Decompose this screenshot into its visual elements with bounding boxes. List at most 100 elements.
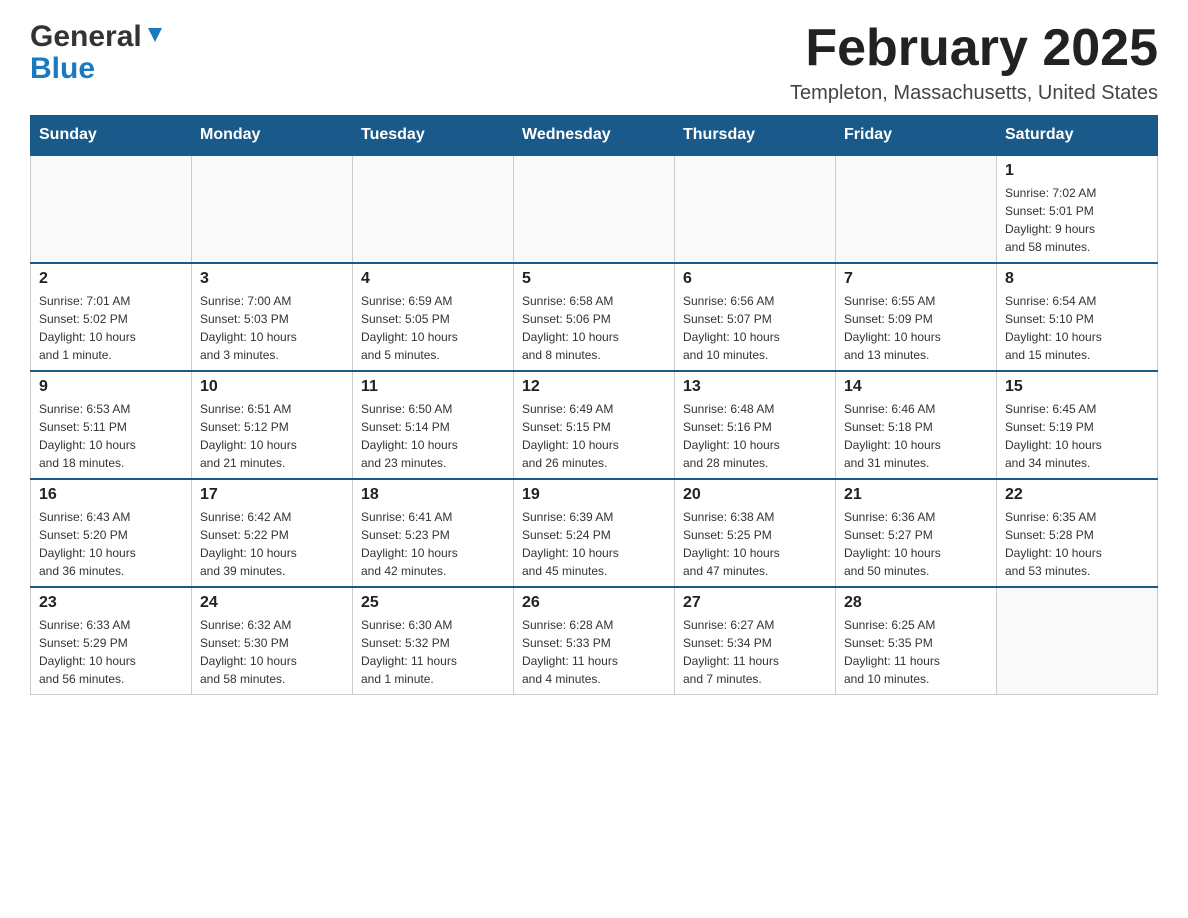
header-saturday: Saturday	[997, 116, 1158, 156]
day-info: Sunrise: 6:36 AM Sunset: 5:27 PM Dayligh…	[844, 508, 988, 580]
calendar-day-cell	[675, 155, 836, 263]
calendar-day-cell: 5 Sunrise: 6:58 AM Sunset: 5:06 PM Daylig…	[514, 263, 675, 371]
day-info: Sunrise: 6:28 AM Sunset: 5:33 PM Dayligh…	[522, 616, 666, 688]
day-info: Sunrise: 6:55 AM Sunset: 5:09 PM Dayligh…	[844, 292, 988, 364]
calendar-day-cell: 18 Sunrise: 6:41 AM Sunset: 5:23 PM Dayli…	[353, 479, 514, 587]
calendar-day-cell	[514, 155, 675, 263]
calendar-day-cell: 13Sunrise: 6:48 AM Sunset: 5:16 PM Dayli…	[675, 371, 836, 479]
day-info: Sunrise: 6:39 AM Sunset: 5:24 PM Dayligh…	[522, 508, 666, 580]
header-friday: Friday	[836, 116, 997, 156]
calendar-day-cell: 24 Sunrise: 6:32 AM Sunset: 5:30 PM Dayli…	[192, 587, 353, 695]
location-subtitle: Templeton, Massachusetts, United States	[790, 82, 1158, 105]
day-info: Sunrise: 6:33 AM Sunset: 5:29 PM Dayligh…	[39, 616, 183, 688]
day-number: 25	[361, 594, 505, 612]
day-number: 7	[844, 270, 988, 288]
header-wednesday: Wednesday	[514, 116, 675, 156]
calendar-week-row: 9 Sunrise: 6:53 AM Sunset: 5:11 PM Daylig…	[31, 371, 1158, 479]
day-info: Sunrise: 6:25 AM Sunset: 5:35 PM Dayligh…	[844, 616, 988, 688]
day-info: Sunrise: 6:46 AM Sunset: 5:18 PM Dayligh…	[844, 400, 988, 472]
day-number: 3	[200, 270, 344, 288]
calendar-day-cell: 15 Sunrise: 6:45 AM Sunset: 5:19 PM Dayli…	[997, 371, 1158, 479]
calendar-day-cell: 21 Sunrise: 6:36 AM Sunset: 5:27 PM Dayli…	[836, 479, 997, 587]
calendar-day-cell: 16 Sunrise: 6:43 AM Sunset: 5:20 PM Dayli…	[31, 479, 192, 587]
logo-general-text: General	[30, 20, 142, 54]
title-section: February 2025 Templeton, Massachusetts, …	[790, 20, 1158, 105]
day-number: 22	[1005, 486, 1149, 504]
calendar-day-cell: 17Sunrise: 6:42 AM Sunset: 5:22 PM Dayli…	[192, 479, 353, 587]
day-number: 1	[1005, 162, 1149, 180]
calendar-day-cell: 23Sunrise: 6:33 AM Sunset: 5:29 PM Dayli…	[31, 587, 192, 695]
month-title: February 2025	[790, 20, 1158, 77]
day-number: 16	[39, 486, 183, 504]
day-number: 20	[683, 486, 827, 504]
calendar-day-cell: 25 Sunrise: 6:30 AM Sunset: 5:32 PM Dayli…	[353, 587, 514, 695]
calendar-week-row: 2Sunrise: 7:01 AM Sunset: 5:02 PM Daylig…	[31, 263, 1158, 371]
day-number: 5	[522, 270, 666, 288]
day-number: 19	[522, 486, 666, 504]
logo-triangle-icon	[146, 26, 164, 49]
day-info: Sunrise: 6:41 AM Sunset: 5:23 PM Dayligh…	[361, 508, 505, 580]
day-info: Sunrise: 7:02 AM Sunset: 5:01 PM Dayligh…	[1005, 184, 1149, 256]
day-info: Sunrise: 6:54 AM Sunset: 5:10 PM Dayligh…	[1005, 292, 1149, 364]
calendar-day-cell: 7 Sunrise: 6:55 AM Sunset: 5:09 PM Daylig…	[836, 263, 997, 371]
calendar-day-cell: 28 Sunrise: 6:25 AM Sunset: 5:35 PM Dayli…	[836, 587, 997, 695]
calendar-day-cell: 3 Sunrise: 7:00 AM Sunset: 5:03 PM Daylig…	[192, 263, 353, 371]
header-sunday: Sunday	[31, 116, 192, 156]
calendar-day-cell: 4 Sunrise: 6:59 AM Sunset: 5:05 PM Daylig…	[353, 263, 514, 371]
calendar-day-cell: 20 Sunrise: 6:38 AM Sunset: 5:25 PM Dayli…	[675, 479, 836, 587]
calendar-header-row: Sunday Monday Tuesday Wednesday Thursday…	[31, 116, 1158, 156]
logo: General Blue	[30, 20, 164, 86]
header-thursday: Thursday	[675, 116, 836, 156]
day-info: Sunrise: 6:30 AM Sunset: 5:32 PM Dayligh…	[361, 616, 505, 688]
day-number: 21	[844, 486, 988, 504]
calendar-day-cell: 22Sunrise: 6:35 AM Sunset: 5:28 PM Dayli…	[997, 479, 1158, 587]
day-info: Sunrise: 7:01 AM Sunset: 5:02 PM Dayligh…	[39, 292, 183, 364]
calendar-day-cell	[836, 155, 997, 263]
day-info: Sunrise: 6:45 AM Sunset: 5:19 PM Dayligh…	[1005, 400, 1149, 472]
day-number: 15	[1005, 378, 1149, 396]
calendar-day-cell: 14Sunrise: 6:46 AM Sunset: 5:18 PM Dayli…	[836, 371, 997, 479]
calendar-day-cell: 6Sunrise: 6:56 AM Sunset: 5:07 PM Daylig…	[675, 263, 836, 371]
calendar-day-cell: 8 Sunrise: 6:54 AM Sunset: 5:10 PM Daylig…	[997, 263, 1158, 371]
day-info: Sunrise: 6:59 AM Sunset: 5:05 PM Dayligh…	[361, 292, 505, 364]
calendar-table: Sunday Monday Tuesday Wednesday Thursday…	[30, 115, 1158, 695]
day-info: Sunrise: 6:58 AM Sunset: 5:06 PM Dayligh…	[522, 292, 666, 364]
calendar-day-cell	[31, 155, 192, 263]
day-number: 9	[39, 378, 183, 396]
day-number: 12	[522, 378, 666, 396]
calendar-day-cell: 12 Sunrise: 6:49 AM Sunset: 5:15 PM Dayli…	[514, 371, 675, 479]
day-number: 8	[1005, 270, 1149, 288]
header-tuesday: Tuesday	[353, 116, 514, 156]
day-number: 27	[683, 594, 827, 612]
day-number: 26	[522, 594, 666, 612]
day-number: 28	[844, 594, 988, 612]
day-info: Sunrise: 7:00 AM Sunset: 5:03 PM Dayligh…	[200, 292, 344, 364]
page-header: General Blue February 2025 Templeton, Ma…	[30, 20, 1158, 105]
day-info: Sunrise: 6:49 AM Sunset: 5:15 PM Dayligh…	[522, 400, 666, 472]
day-info: Sunrise: 6:53 AM Sunset: 5:11 PM Dayligh…	[39, 400, 183, 472]
day-number: 6	[683, 270, 827, 288]
day-info: Sunrise: 6:48 AM Sunset: 5:16 PM Dayligh…	[683, 400, 827, 472]
calendar-day-cell: 19 Sunrise: 6:39 AM Sunset: 5:24 PM Dayli…	[514, 479, 675, 587]
day-info: Sunrise: 6:51 AM Sunset: 5:12 PM Dayligh…	[200, 400, 344, 472]
calendar-week-row: 23Sunrise: 6:33 AM Sunset: 5:29 PM Dayli…	[31, 587, 1158, 695]
calendar-day-cell	[192, 155, 353, 263]
calendar-day-cell: 11 Sunrise: 6:50 AM Sunset: 5:14 PM Dayli…	[353, 371, 514, 479]
day-number: 11	[361, 378, 505, 396]
day-number: 18	[361, 486, 505, 504]
logo-blue-text: Blue	[30, 52, 95, 86]
calendar-day-cell: 27 Sunrise: 6:27 AM Sunset: 5:34 PM Dayli…	[675, 587, 836, 695]
day-info: Sunrise: 6:38 AM Sunset: 5:25 PM Dayligh…	[683, 508, 827, 580]
day-info: Sunrise: 6:32 AM Sunset: 5:30 PM Dayligh…	[200, 616, 344, 688]
day-number: 4	[361, 270, 505, 288]
day-number: 24	[200, 594, 344, 612]
day-info: Sunrise: 6:27 AM Sunset: 5:34 PM Dayligh…	[683, 616, 827, 688]
calendar-week-row: 16 Sunrise: 6:43 AM Sunset: 5:20 PM Dayli…	[31, 479, 1158, 587]
header-monday: Monday	[192, 116, 353, 156]
day-number: 10	[200, 378, 344, 396]
calendar-day-cell: 10 Sunrise: 6:51 AM Sunset: 5:12 PM Dayli…	[192, 371, 353, 479]
day-info: Sunrise: 6:50 AM Sunset: 5:14 PM Dayligh…	[361, 400, 505, 472]
day-info: Sunrise: 6:43 AM Sunset: 5:20 PM Dayligh…	[39, 508, 183, 580]
calendar-week-row: 1 Sunrise: 7:02 AM Sunset: 5:01 PM Daylig…	[31, 155, 1158, 263]
calendar-day-cell: 9 Sunrise: 6:53 AM Sunset: 5:11 PM Daylig…	[31, 371, 192, 479]
